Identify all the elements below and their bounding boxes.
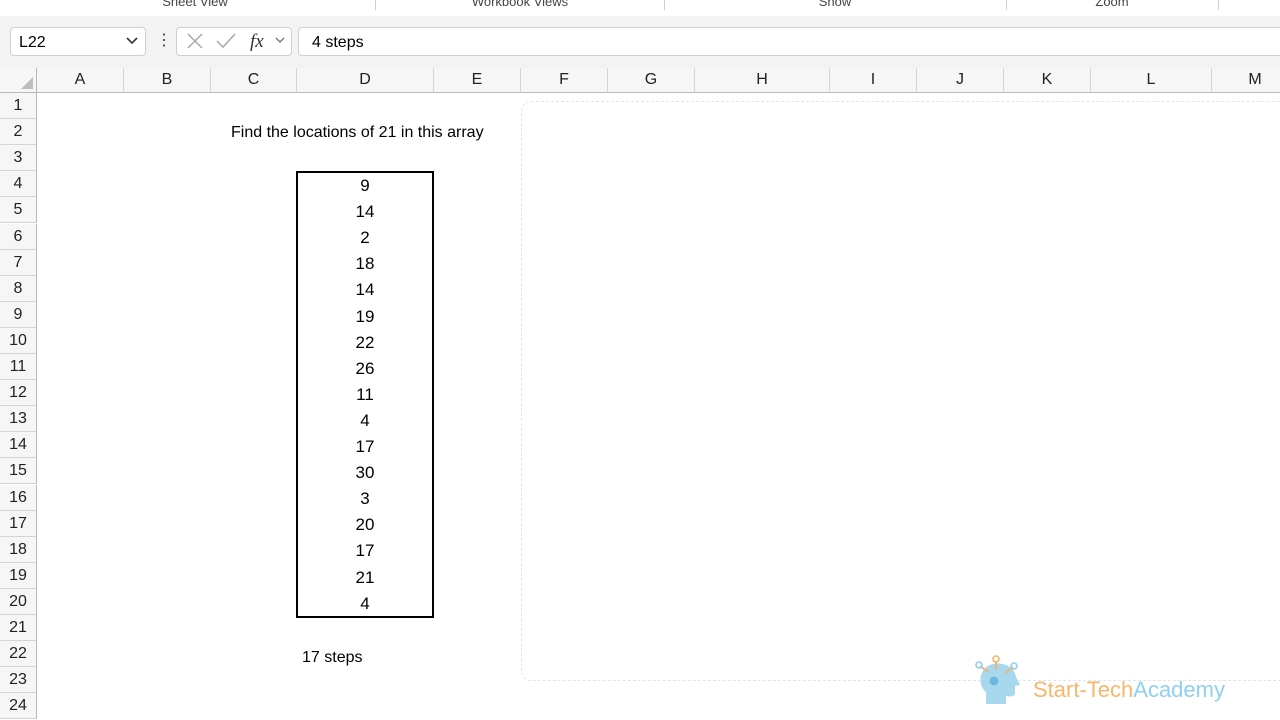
array-cell[interactable]: 11 <box>296 382 434 408</box>
ribbon-separator <box>375 0 376 10</box>
row-header-18[interactable]: 18 <box>0 536 37 563</box>
array-cell[interactable]: 4 <box>296 408 434 434</box>
array-cell[interactable]: 3 <box>296 486 434 512</box>
logo-text-start-tech: Start-Tech <box>1033 677 1134 702</box>
array-cell[interactable]: 17 <box>296 434 434 460</box>
row-header-20[interactable]: 20 <box>0 588 37 615</box>
array-cell[interactable]: 17 <box>296 538 434 564</box>
ribbon-separator <box>664 0 665 10</box>
array-cell[interactable]: 4 <box>296 591 434 617</box>
row-header-19[interactable]: 19 <box>0 562 37 589</box>
array-cell[interactable]: 20 <box>296 512 434 538</box>
ribbon-group-show: Show <box>818 0 852 9</box>
array-cell[interactable]: 19 <box>296 304 434 330</box>
row-header-6[interactable]: 6 <box>0 223 37 250</box>
column-header-b[interactable]: B <box>124 68 211 93</box>
column-header-i[interactable]: I <box>830 68 917 93</box>
row-header-2[interactable]: 2 <box>0 119 37 146</box>
formula-buttons: fx <box>176 27 292 56</box>
ribbon-group-sheet-view: Sheet View <box>162 0 228 9</box>
array-cell[interactable]: 14 <box>296 277 434 303</box>
start-tech-academy-logo: Start-TechAcademy <box>972 652 1242 708</box>
row-header-23[interactable]: 23 <box>0 667 37 694</box>
array-cell[interactable]: 30 <box>296 460 434 486</box>
name-box[interactable]: L22 <box>10 27 146 56</box>
fx-icon[interactable]: fx <box>250 31 264 53</box>
select-all-triangle-icon[interactable] <box>0 68 37 93</box>
row-header-10[interactable]: 10 <box>0 327 37 354</box>
close-icon[interactable] <box>185 31 205 57</box>
column-header-h[interactable]: H <box>695 68 830 93</box>
row-header-8[interactable]: 8 <box>0 275 37 302</box>
row-header-12[interactable]: 12 <box>0 380 37 407</box>
chevron-down-icon[interactable] <box>274 33 286 49</box>
row-header-14[interactable]: 14 <box>0 432 37 459</box>
check-icon[interactable] <box>215 31 237 57</box>
column-header-l[interactable]: L <box>1091 68 1212 93</box>
ribbon-separator <box>1218 0 1219 10</box>
row-header-5[interactable]: 5 <box>0 197 37 224</box>
array-cell[interactable]: 22 <box>296 330 434 356</box>
row-header-24[interactable]: 24 <box>0 693 37 720</box>
column-header-f[interactable]: F <box>521 68 608 93</box>
row-header-17[interactable]: 17 <box>0 510 37 537</box>
array-cell[interactable]: 2 <box>296 225 434 251</box>
row-header-16[interactable]: 16 <box>0 484 37 511</box>
head-bulb-icon <box>975 655 1020 704</box>
row-header-9[interactable]: 9 <box>0 301 37 328</box>
array-cell[interactable]: 9 <box>296 173 434 199</box>
column-header-c[interactable]: C <box>211 68 297 93</box>
embedded-panel-outline <box>521 101 1280 681</box>
ribbon-group-labels: Sheet View Workbook Views Show Zoom <box>0 0 1280 17</box>
column-header-g[interactable]: G <box>608 68 695 93</box>
row-header-22[interactable]: 22 <box>0 641 37 668</box>
row-header-4[interactable]: 4 <box>0 171 37 198</box>
name-box-value: L22 <box>19 34 46 51</box>
ribbon-separator <box>1006 0 1007 10</box>
chevron-down-icon[interactable] <box>125 33 139 50</box>
array-cell[interactable]: 14 <box>296 199 434 225</box>
logo-text: Start-TechAcademy <box>1033 677 1225 703</box>
row-header-7[interactable]: 7 <box>0 249 37 276</box>
formula-value: 4 steps <box>312 34 364 51</box>
array-cell[interactable]: 18 <box>296 251 434 277</box>
column-header-e[interactable]: E <box>434 68 521 93</box>
row-header-3[interactable]: 3 <box>0 145 37 172</box>
ribbon-group-workbook-views: Workbook Views <box>471 0 569 9</box>
kebab-icon[interactable]: ⋮ <box>156 33 172 49</box>
column-header-d[interactable]: D <box>297 68 434 93</box>
column-header-m[interactable]: M <box>1212 68 1280 93</box>
array-cell[interactable]: 21 <box>296 565 434 591</box>
formula-input[interactable]: 4 steps <box>298 27 1280 56</box>
ribbon-group-zoom: Zoom <box>1095 0 1129 9</box>
prompt-text[interactable]: Find the locations of 21 in this array <box>231 120 484 146</box>
logo-text-academy: Academy <box>1133 677 1225 702</box>
row-header-21[interactable]: 21 <box>0 615 37 641</box>
row-header-1[interactable]: 1 <box>0 93 37 119</box>
column-header-k[interactable]: K <box>1004 68 1091 93</box>
array-cell[interactable]: 26 <box>296 356 434 382</box>
row-header-11[interactable]: 11 <box>0 354 37 380</box>
column-header-j[interactable]: J <box>917 68 1004 93</box>
row-header-13[interactable]: 13 <box>0 406 37 433</box>
steps-text[interactable]: 17 steps <box>302 645 362 671</box>
formula-bar: L22 ⋮ fx 4 steps <box>0 16 1280 68</box>
row-header-15[interactable]: 15 <box>0 458 37 485</box>
column-header-a[interactable]: A <box>37 68 124 93</box>
